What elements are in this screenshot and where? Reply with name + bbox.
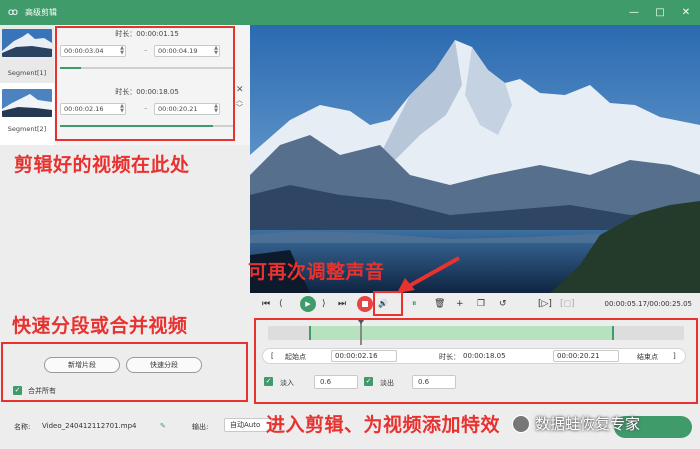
annotation-segments: 剪辑好的视频在此处 [14,154,190,176]
video-preview[interactable] [250,25,700,293]
delete-icon[interactable]: 🗑 [434,298,445,310]
watermark: 数据蛙恢复专家 [512,413,640,434]
output-select-value: 自动Auto [230,421,261,429]
annotation-split-merge: 快速分段或合并视频 [12,315,188,337]
annotation-box-edit [254,318,698,404]
annotation-effects: 进入剪辑、为视频添加特效 [266,414,501,436]
segment-label: Segment[1] [7,69,47,77]
skip-start-icon[interactable]: ⏮ [262,298,270,310]
add-icon[interactable]: + [456,298,464,310]
move-down-icon[interactable]: ﹀ [236,103,243,113]
split-icon[interactable]: ⏸ [412,298,417,310]
skip-end-icon[interactable]: ⏭ [338,298,346,310]
mark-in-icon[interactable]: [▷] [538,298,552,310]
annotation-box-split-merge [1,342,248,402]
name-label: 名称: [14,423,31,431]
output-label: 输出: [192,423,209,431]
play-button[interactable]: ▶ [300,296,316,312]
timecode: 00:00:05.17/00:00:25.05 [604,300,693,308]
segment-label: Segment[2] [7,125,47,133]
watermark-logo-icon [512,414,530,433]
prev-frame-icon[interactable]: ⟨ [279,298,283,310]
maximize-icon[interactable]: □ [654,7,666,18]
window-controls: — □ ✕ [628,0,692,25]
segment-thumbnail [2,29,52,57]
annotation-arrow-icon [397,256,460,293]
reset-icon[interactable]: ↺ [499,298,507,310]
output-select[interactable]: 自动Auto [224,418,272,432]
player-controls: ⏮ ⟨ ▶ ⟩ ⏭ 🔊 ⏸ 🗑 + ❐ ↺ [▷] [◻] 00:00:05.1… [250,293,700,315]
title-bar: ꝏ 高级剪辑 — □ ✕ [0,0,700,25]
window-title: 高级剪辑 [25,8,57,17]
stop-button[interactable] [357,296,373,312]
watermark-text: 数据蛙恢复专家 [535,415,641,433]
annotation-volume: 可再次调整声音 [248,261,385,283]
segment-list: Segment[1] Segment[2] [0,25,54,145]
next-frame-icon[interactable]: ⟩ [322,298,326,310]
file-name: Video_240412112701.mp4 [42,422,137,430]
close-icon[interactable]: ✕ [680,7,692,18]
segment-item[interactable]: Segment[1] [0,25,54,83]
app-logo-icon: ꝏ [7,6,19,18]
delete-segment-icon[interactable]: ✕ [236,85,244,95]
mark-out-icon[interactable]: [◻] [560,298,575,310]
annotation-box-segments [55,26,235,141]
segment-item[interactable] [0,85,54,143]
segment-thumbnail [2,89,52,117]
rename-icon[interactable]: ✎ [160,422,166,430]
minimize-icon[interactable]: — [628,7,640,18]
copy-icon[interactable]: ❐ [477,298,485,310]
